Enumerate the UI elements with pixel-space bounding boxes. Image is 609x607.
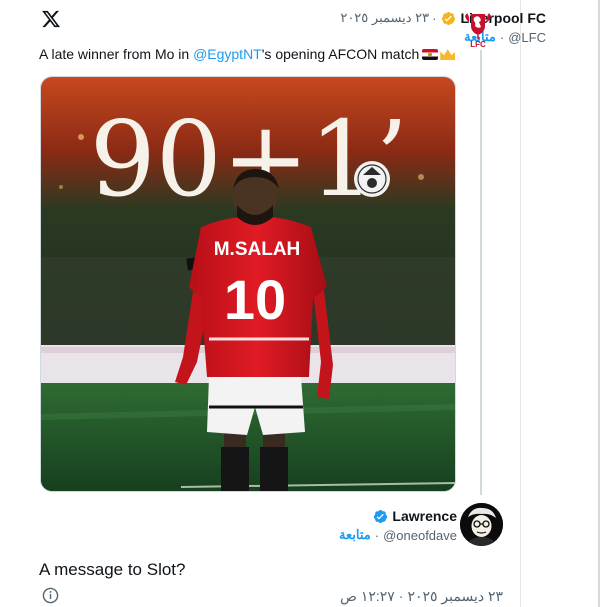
page-scrollbar[interactable] <box>598 0 600 607</box>
reply-text: A message to Slot? <box>39 560 186 579</box>
shirt-number: 10 <box>224 268 286 331</box>
reply-header: Lawrence <box>371 507 457 525</box>
tweet-date[interactable]: ٢٣ ديسمبر ٢٠٢٥ <box>340 10 429 26</box>
info-icon[interactable] <box>42 587 59 604</box>
separator: · <box>499 29 505 45</box>
svg-text:LFC: LFC <box>470 40 486 49</box>
author-handle[interactable]: @LFC <box>508 30 546 45</box>
tweet-text-before: A late winner from Mo in <box>39 46 194 62</box>
egypt-flag-icon <box>422 49 439 60</box>
salah-photo: 90+1’ M.SALAH 10 <box>41 77 455 491</box>
separator: · <box>432 10 437 26</box>
right-gutter <box>520 0 609 607</box>
tweet-header: ٢٣ ديسمبر ٢٠٢٥ · Liverpool FC <box>340 8 546 28</box>
verified-badge-icon <box>374 509 388 523</box>
liverpool-crest-icon[interactable]: LFC <box>461 10 495 50</box>
reply-author-handle[interactable]: @oneofdave <box>383 528 457 543</box>
reply-handle-row: متابعة · @oneofdave <box>339 527 457 543</box>
reply-author-name[interactable]: Lawrence <box>392 508 457 524</box>
reply-date: ٢٣ ديسمبر ٢٠٢٥ <box>407 588 504 604</box>
shirt-name: M.SALAH <box>214 239 301 260</box>
reply-timestamp[interactable]: ٢٣ ديسمبر ٢٠٢٥·١٢:٢٧ ص <box>340 588 503 605</box>
thread-line <box>480 50 482 495</box>
tweet-text-after: 's opening AFCON match <box>261 46 420 62</box>
user-avatar[interactable] <box>460 503 503 546</box>
tweet-image[interactable]: 90+1’ M.SALAH 10 <box>40 76 456 492</box>
mention-link[interactable]: @EgyptNT <box>193 46 262 62</box>
verified-badge-icon <box>442 11 456 25</box>
reply-time: ١٢:٢٧ ص <box>340 588 395 604</box>
separator: · <box>398 588 404 604</box>
egyptian-football-association-badge <box>354 161 390 197</box>
crown-icon <box>440 49 456 60</box>
x-logo-icon[interactable] <box>41 9 61 29</box>
separator: · <box>374 527 380 543</box>
tweet-text: A late winner from Mo in @EgyptNT's open… <box>39 46 456 62</box>
follow-button[interactable]: متابعة <box>339 527 371 543</box>
